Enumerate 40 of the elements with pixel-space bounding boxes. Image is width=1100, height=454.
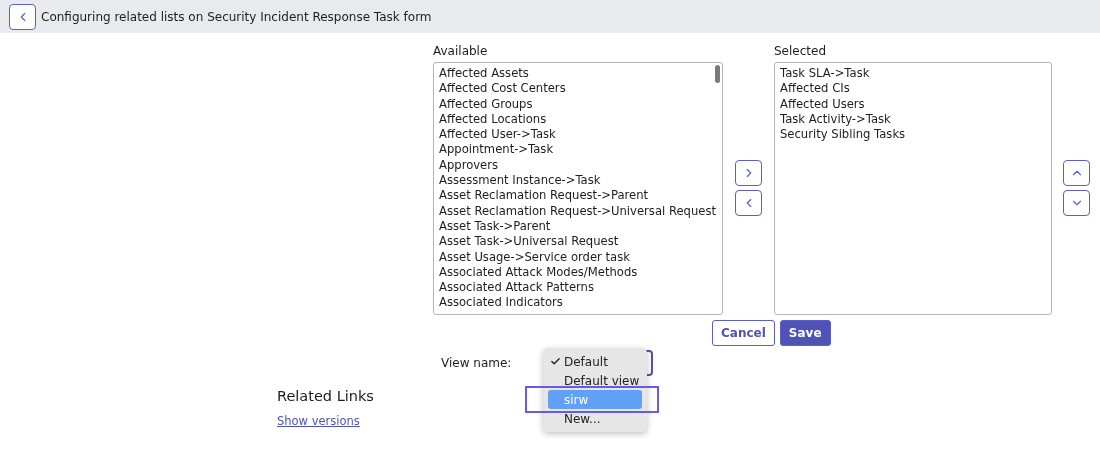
- save-button[interactable]: Save: [779, 320, 831, 346]
- move-down-button[interactable]: [1063, 189, 1090, 216]
- remove-button[interactable]: [735, 189, 762, 216]
- list-option[interactable]: Affected Users: [780, 96, 1046, 112]
- list-option[interactable]: Task Activity->Task: [780, 111, 1046, 128]
- page-title: Configuring related lists on Security Incident Response Task form: [41, 9, 432, 24]
- back-button[interactable]: [9, 3, 36, 30]
- section-title: Related Links: [277, 388, 374, 404]
- available-label: Available: [433, 44, 489, 58]
- list-option[interactable]: Asset Task->Universal Request: [439, 234, 717, 250]
- list-option[interactable]: Affected CIs: [780, 81, 1046, 97]
- list-option[interactable]: Appointment->Task: [439, 142, 717, 158]
- list-option[interactable]: Associated Indicators: [439, 295, 717, 311]
- menu-option[interactable]: Default view: [548, 371, 642, 390]
- available-list[interactable]: [433, 62, 723, 315]
- show-versions-link[interactable]: Show versions: [277, 414, 360, 428]
- cancel-button[interactable]: Cancel: [712, 320, 775, 346]
- list-option[interactable]: Associated Attack Modes/Methods: [439, 264, 717, 281]
- add-button[interactable]: [735, 159, 762, 186]
- selected-label: Selected: [774, 44, 828, 58]
- move-up-button[interactable]: [1063, 159, 1090, 186]
- menu-option[interactable]: Default: [548, 352, 642, 371]
- list-option[interactable]: Affected Cost Centers: [439, 81, 717, 97]
- menu-option[interactable]: New...: [548, 409, 642, 428]
- view-name-label: View name:: [441, 356, 512, 370]
- list-option[interactable]: Asset Reclamation Request->Universal Request: [439, 203, 717, 219]
- scrollbar-thumb[interactable]: [715, 65, 720, 83]
- list-option[interactable]: Assessment Instance->Task: [439, 173, 717, 189]
- list-option[interactable]: Approvers: [439, 157, 717, 174]
- list-option[interactable]: Affected User->Task: [439, 127, 717, 143]
- list-option[interactable]: Asset Usage->Service order task: [439, 249, 717, 265]
- list-option[interactable]: Associated Attack Patterns: [439, 280, 717, 296]
- list-option[interactable]: Affected Locations: [439, 111, 717, 128]
- selected-list[interactable]: Task SLA->Task Affected CIs Affected Users Task Activity->Task Security Sibling Tasks: [774, 62, 1052, 315]
- list-option[interactable]: Affected Assets: [439, 66, 717, 82]
- list-option[interactable]: Affected Groups: [439, 96, 717, 112]
- list-option[interactable]: Task SLA->Task: [780, 66, 1046, 82]
- list-option[interactable]: Asset Task->Parent: [439, 218, 717, 235]
- list-option[interactable]: Asset Reclamation Request->Parent: [439, 188, 717, 204]
- list-option[interactable]: Security Sibling Tasks: [780, 127, 1046, 143]
